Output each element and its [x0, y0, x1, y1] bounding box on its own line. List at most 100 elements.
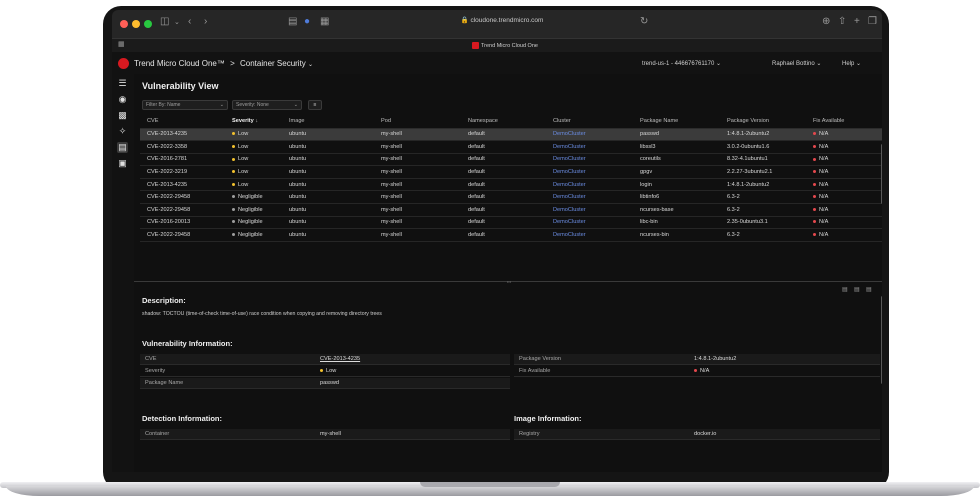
column-header-package-version[interactable]: Package Version	[720, 115, 806, 129]
column-header-namespace[interactable]: Namespace	[461, 115, 546, 129]
description-title: Description:	[142, 296, 186, 305]
layout-split-icon[interactable]: ▤	[854, 286, 860, 293]
cell-image: ubuntu	[282, 140, 374, 154]
cell-package-version: 2.2.27-3ubuntu2.1	[720, 165, 806, 179]
cell-cve: CVE-2016-2781	[140, 153, 225, 167]
layout-bottom-icon[interactable]: ▤	[842, 286, 848, 293]
cell-namespace: default	[461, 203, 546, 217]
cell-cve: CVE-2013-4235	[140, 178, 225, 192]
table-row[interactable]: CVE-2016-2781 Low ubuntu my-shell default Dem…	[140, 153, 882, 167]
cell-cluster[interactable]: DemoCluster	[546, 203, 633, 217]
cell-package-name: libssl3	[633, 140, 720, 154]
cell-namespace: default	[461, 165, 546, 179]
sidebar-icon[interactable]: ◫	[160, 16, 169, 27]
layout-top-icon[interactable]: ▤	[866, 286, 872, 293]
cell-pod: my-shell	[374, 216, 461, 230]
tab-active[interactable]: Trend Micro Cloud One	[472, 42, 538, 49]
policies-icon[interactable]: ✧	[117, 126, 128, 137]
severity-dot	[232, 220, 235, 224]
trend-micro-logo-icon	[118, 58, 129, 69]
details-scrollbar[interactable]	[881, 296, 882, 384]
table-row[interactable]: CVE-2022-3358 Low ubuntu my-shell default Dem…	[140, 140, 882, 154]
column-header-severity[interactable]: Severity ↓	[225, 115, 282, 129]
table-row[interactable]: CVE-2022-3219 Low ubuntu my-shell default Dem…	[140, 165, 882, 179]
severity-dot	[232, 195, 235, 199]
screen: ◫ ⌄ ‹ › ▤ ● ▦ 🔒 cloudone.trendmicro.com …	[112, 10, 882, 472]
vulnerability-table: CVE Severity ↓ Image Pod Namespace Clust…	[140, 115, 882, 242]
shield-icon[interactable]: ▤	[288, 16, 297, 27]
info-row-severity: Severity Low	[140, 366, 510, 377]
cell-cluster[interactable]: DemoCluster	[546, 128, 633, 142]
cell-namespace: default	[461, 178, 546, 192]
cell-cluster[interactable]: DemoCluster	[546, 216, 633, 230]
cell-fix-available: N/A	[806, 203, 882, 217]
forward-icon[interactable]: ›	[204, 16, 207, 27]
table-row[interactable]: CVE-2016-20013 Negligible ubuntu my-shell de…	[140, 216, 882, 230]
column-header-cluster[interactable]: Cluster	[546, 115, 633, 129]
cell-namespace: default	[461, 153, 546, 167]
table-row[interactable]: CVE-2022-29458 Negligible ubuntu my-shell de…	[140, 203, 882, 217]
events-icon[interactable]: ▣	[117, 158, 128, 169]
clusters-icon[interactable]: ▩	[117, 110, 128, 121]
filter-key-dropdown[interactable]: Filter By: Name ⌄	[142, 100, 228, 110]
cell-image: ubuntu	[282, 153, 374, 167]
reload-icon[interactable]: ↻	[640, 16, 648, 27]
cell-cve: CVE-2022-3219	[140, 165, 225, 179]
help-menu[interactable]: Help ⌄	[842, 60, 861, 67]
reader-icon[interactable]: ▦	[320, 16, 329, 27]
vulnerabilities-icon[interactable]: ▤	[117, 142, 128, 153]
clear-filter-button[interactable]: ≡	[308, 100, 322, 110]
cell-cluster[interactable]: DemoCluster	[546, 153, 633, 167]
cell-pod: my-shell	[374, 165, 461, 179]
chevron-down-icon: ⌄	[293, 102, 298, 108]
cell-package-name: login	[633, 178, 720, 192]
column-header-image[interactable]: Image	[282, 115, 374, 129]
laptop-base-lower	[6, 486, 974, 496]
table-row[interactable]: CVE-2022-29458 Negligible ubuntu my-shell de…	[140, 190, 882, 205]
table-row[interactable]: CVE-2013-4235 Low ubuntu my-shell default Dem…	[140, 178, 882, 192]
cell-severity: Low	[225, 140, 282, 154]
tab-overview-icon[interactable]: ❐	[868, 16, 877, 27]
cell-package-version: 1:4.8.1-2ubuntu2	[720, 178, 806, 192]
column-header-fix-available[interactable]: Fix Available	[806, 115, 882, 129]
cell-cluster[interactable]: DemoCluster	[546, 228, 633, 242]
table-row[interactable]: CVE-2013-4235 Low ubuntu my-shell default Dem…	[140, 128, 882, 142]
tab-groups-icon[interactable]: ▦	[118, 40, 125, 48]
table-row[interactable]: CVE-2022-29458 Negligible ubuntu my-shell de…	[140, 228, 882, 242]
column-header-package-name[interactable]: Package Name	[633, 115, 720, 129]
vulnerability-view: Vulnerability View Filter By: Name ⌄ Sev…	[134, 74, 882, 472]
user-menu[interactable]: Raphael Bottino ⌄	[772, 60, 821, 67]
product-switcher[interactable]: Container Security	[240, 59, 306, 68]
cell-cluster[interactable]: DemoCluster	[546, 140, 633, 154]
share-icon[interactable]: ⇧	[838, 16, 846, 27]
severity-dot	[232, 182, 235, 186]
resize-handle[interactable]: •••	[502, 279, 516, 284]
brand-name[interactable]: Trend Micro Cloud One™	[134, 59, 225, 68]
zoom-window-button[interactable]	[144, 20, 152, 28]
new-tab-icon[interactable]: +	[854, 16, 860, 27]
info-row-package: Package Name passwd	[140, 378, 510, 389]
menu-icon[interactable]: ☰	[117, 78, 128, 89]
cell-namespace: default	[461, 216, 546, 230]
filter-value-dropdown[interactable]: Severity: None ⌄	[232, 100, 302, 110]
region-selector[interactable]: trend-us-1 - 446676761170 ⌄	[642, 60, 721, 67]
table-scrollbar[interactable]	[881, 144, 882, 204]
info-row-registry: Registry docker.io	[514, 429, 880, 440]
column-header-pod[interactable]: Pod	[374, 115, 461, 129]
close-window-button[interactable]	[120, 20, 128, 28]
cell-cluster[interactable]: DemoCluster	[546, 178, 633, 192]
address-bar[interactable]: 🔒 cloudone.trendmicro.com	[442, 16, 562, 24]
cell-cluster[interactable]: DemoCluster	[546, 190, 633, 205]
chevron-down-icon[interactable]: ⌄	[174, 18, 180, 26]
back-icon[interactable]: ‹	[188, 16, 191, 27]
cve-link[interactable]: CVE-2013-4235	[320, 356, 360, 362]
dashboard-icon[interactable]: ◉	[117, 94, 128, 105]
downloads-icon[interactable]: ⊕	[822, 16, 830, 27]
column-header-cve[interactable]: CVE	[140, 115, 225, 129]
minimize-window-button[interactable]	[132, 20, 140, 28]
cell-severity: Low	[225, 128, 282, 142]
browser-toolbar: ◫ ⌄ ‹ › ▤ ● ▦ 🔒 cloudone.trendmicro.com …	[112, 10, 882, 38]
extension-icon[interactable]: ●	[304, 16, 310, 27]
cell-cluster[interactable]: DemoCluster	[546, 165, 633, 179]
trend-micro-favicon-icon	[472, 42, 479, 49]
